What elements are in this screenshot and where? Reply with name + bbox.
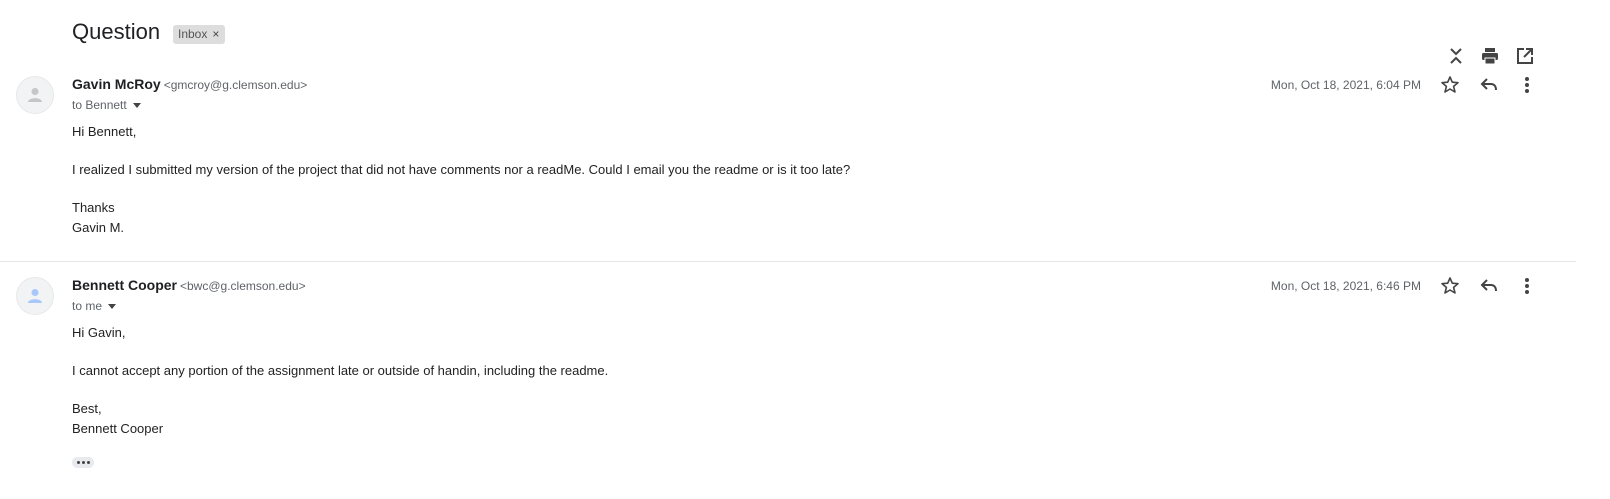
body-closing: Thanks [72,200,115,215]
body-paragraph: I realized I submitted my version of the… [72,162,851,177]
sender-email: <bwc@g.clemson.edu> [180,279,306,293]
avatar[interactable] [16,76,54,114]
message-divider [0,261,1576,262]
body-greeting: Hi Gavin, [72,325,126,340]
sender-email: <gmcroy@g.clemson.edu> [163,78,308,92]
sender-line: Gavin McRoy <gmcroy@g.clemson.edu> [72,76,307,92]
reply-icon[interactable] [1477,274,1501,298]
recipient-text: to Bennett [72,98,127,112]
sender-line: Bennett Cooper <bwc@g.clemson.edu> [72,277,306,293]
thread-header: Question Inbox × [0,0,1610,66]
expand-collapse-icon[interactable] [1444,44,1468,68]
print-icon[interactable] [1478,44,1502,68]
reply-icon[interactable] [1477,73,1501,97]
body-signature: Bennett Cooper [72,421,164,436]
email-message: Gavin McRoy <gmcroy@g.clemson.edu> to Ben… [0,66,1610,262]
show-trimmed-content-button[interactable] [72,457,94,468]
dot-icon [81,461,85,464]
thread-subject: Question [72,19,161,44]
recipient-details-toggle[interactable]: to Bennett [72,98,141,112]
recipient-text: to me [72,299,103,313]
dot-icon [86,461,90,464]
inbox-label-chip[interactable]: Inbox × [173,25,226,44]
message-body: Hi Gavin, I cannot accept any portion of… [72,323,608,439]
more-options-icon[interactable] [1515,73,1539,97]
label-text: Inbox [178,27,208,41]
body-greeting: Hi Bennett, [72,124,137,139]
person-icon [28,289,42,303]
recipient-details-toggle[interactable]: to me [72,299,117,313]
remove-label-button[interactable]: × [212,25,219,44]
message-date: Mon, Oct 18, 2021, 6:46 PM [1270,279,1421,293]
star-icon[interactable] [1438,73,1462,97]
dot-icon [76,461,80,464]
person-icon [28,88,42,102]
body-paragraph: I cannot accept any portion of the assig… [72,363,609,378]
sender-name[interactable]: Gavin McRoy [72,76,161,92]
star-icon[interactable] [1438,274,1462,298]
avatar[interactable] [16,277,54,315]
chevron-down-icon[interactable] [108,304,117,309]
chevron-down-icon[interactable] [132,103,141,108]
open-in-new-window-icon[interactable] [1513,44,1537,68]
message-date: Mon, Oct 18, 2021, 6:04 PM [1270,78,1421,92]
message-body: Hi Bennett, I realized I submitted my ve… [72,122,850,238]
more-options-icon[interactable] [1515,274,1539,298]
body-closing: Best, [72,401,102,416]
email-message: Bennett Cooper <bwc@g.clemson.edu> to me … [0,267,1610,499]
body-signature: Gavin M. [72,220,125,235]
sender-name[interactable]: Bennett Cooper [72,277,177,293]
